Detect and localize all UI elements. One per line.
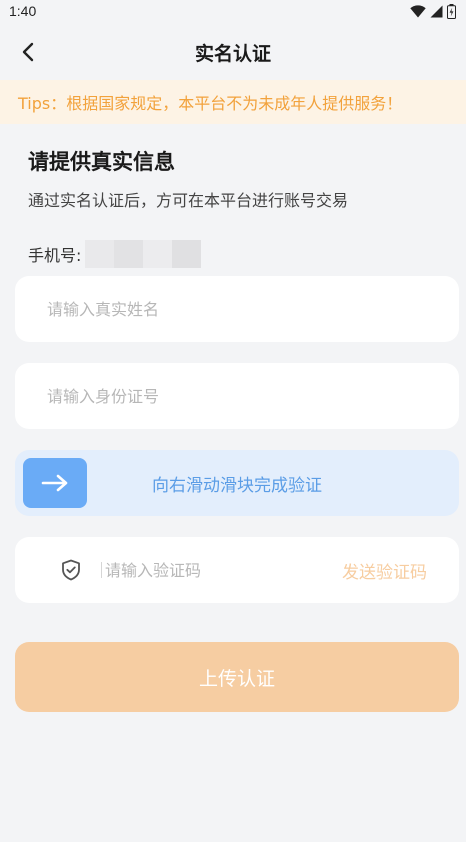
arrow-right-icon xyxy=(41,474,68,492)
tips-banner: Tips：根据国家规定，本平台不为未成年人提供服务！ xyxy=(0,80,466,124)
verification-code-card: 发送验证码 xyxy=(15,537,459,603)
cell-signal-icon xyxy=(430,5,443,17)
divider xyxy=(101,562,102,578)
name-field-card xyxy=(15,276,459,342)
send-code-button[interactable]: 发送验证码 xyxy=(342,537,427,603)
id-number-field-card xyxy=(15,363,459,429)
nav-bar: 实名认证 xyxy=(0,28,466,76)
slide-verify-track[interactable]: 向右滑动滑块完成验证 xyxy=(15,450,459,516)
battery-icon xyxy=(447,3,456,19)
real-name-input[interactable] xyxy=(15,276,459,342)
chevron-left-icon xyxy=(22,42,34,62)
phone-row: 手机号: xyxy=(28,240,202,268)
phone-label: 手机号: xyxy=(28,246,82,265)
slide-verify-handle[interactable] xyxy=(23,458,87,508)
id-number-input[interactable] xyxy=(15,363,459,429)
submit-verification-button[interactable]: 上传认证 xyxy=(15,642,459,712)
wifi-icon xyxy=(410,4,426,17)
status-bar: 1:40 xyxy=(0,0,466,22)
verification-code-input[interactable] xyxy=(105,537,315,603)
form-subtitle: 通过实名认证后，方可在本平台进行账号交易 xyxy=(28,191,349,210)
status-icons xyxy=(410,3,456,19)
back-button[interactable] xyxy=(14,38,42,66)
page-title: 实名认证 xyxy=(194,42,271,65)
status-time: 1:40 xyxy=(9,3,37,19)
shield-check-icon xyxy=(62,559,80,581)
phone-number-mask xyxy=(85,240,202,268)
form-title: 请提供真实信息 xyxy=(28,150,175,174)
tips-text: Tips：根据国家规定，本平台不为未成年人提供服务！ xyxy=(18,94,403,113)
